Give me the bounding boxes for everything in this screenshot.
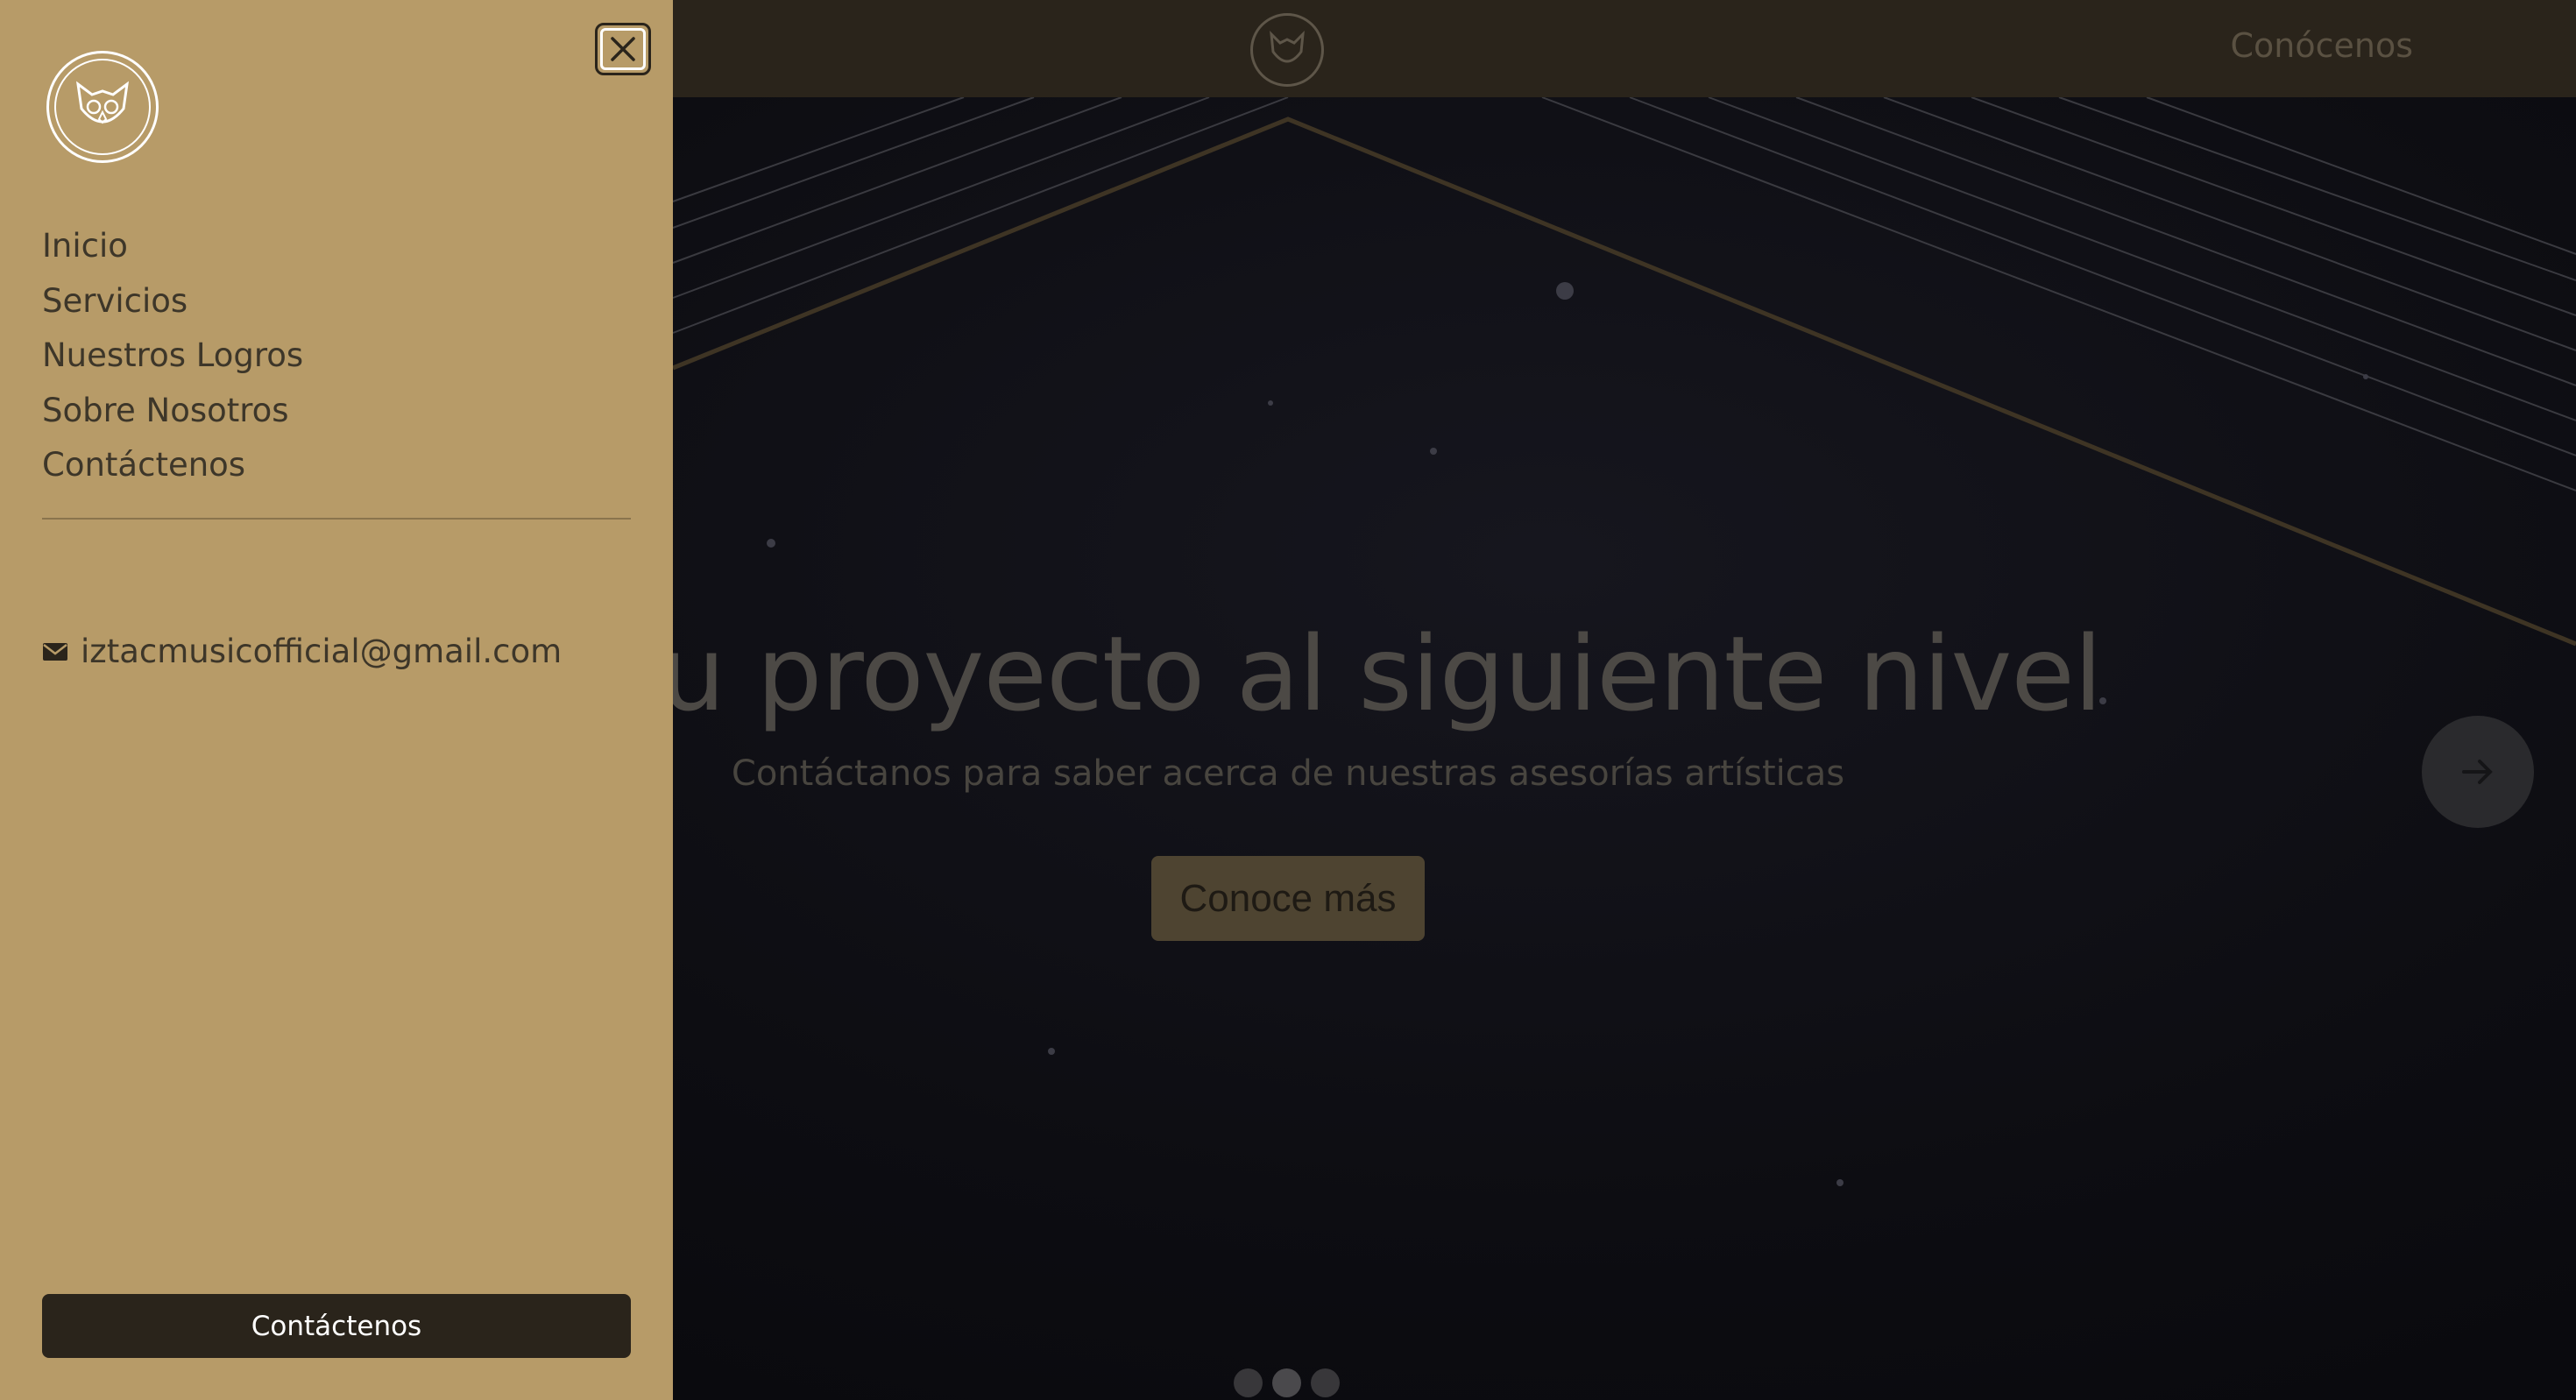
drawer-nav-servicios[interactable]: Servicios bbox=[42, 274, 303, 329]
contact-email-text: iztacmusicofficial@gmail.com bbox=[81, 633, 563, 670]
mail-icon bbox=[43, 642, 67, 661]
drawer-nav-sobre-nosotros[interactable]: Sobre Nosotros bbox=[42, 384, 303, 439]
close-drawer-button[interactable] bbox=[595, 23, 651, 75]
carousel-indicators bbox=[1234, 1368, 1340, 1397]
drawer-nav-contactenos[interactable]: Contáctenos bbox=[42, 438, 303, 493]
carousel-dot-active[interactable] bbox=[1272, 1368, 1301, 1397]
carousel-dot[interactable] bbox=[1234, 1368, 1263, 1397]
hero-cta-button[interactable]: Conoce más bbox=[1151, 856, 1425, 941]
owl-logo-ring bbox=[54, 59, 151, 155]
drawer-contact-button[interactable]: Contáctenos bbox=[42, 1294, 631, 1358]
nav-link-conocenos[interactable]: Conócenos bbox=[2230, 26, 2413, 65]
arrow-right-icon bbox=[2462, 760, 2493, 784]
side-drawer: Inicio Servicios Nuestros Logros Sobre N… bbox=[0, 0, 673, 1400]
contact-email-link[interactable]: iztacmusicofficial@gmail.com bbox=[42, 633, 562, 670]
owl-logo-icon bbox=[76, 81, 129, 124]
close-icon bbox=[611, 37, 635, 61]
owl-logo-icon bbox=[1270, 30, 1305, 63]
drawer-nav: Inicio Servicios Nuestros Logros Sobre N… bbox=[42, 219, 303, 493]
carousel-next-button[interactable] bbox=[2422, 716, 2534, 828]
drawer-nav-inicio[interactable]: Inicio bbox=[42, 219, 303, 274]
owl-logo-icon[interactable] bbox=[1250, 13, 1324, 87]
owl-logo-icon[interactable] bbox=[46, 51, 159, 163]
carousel-dot[interactable] bbox=[1311, 1368, 1340, 1397]
drawer-divider bbox=[42, 518, 631, 520]
drawer-nav-nuestros-logros[interactable]: Nuestros Logros bbox=[42, 329, 303, 384]
